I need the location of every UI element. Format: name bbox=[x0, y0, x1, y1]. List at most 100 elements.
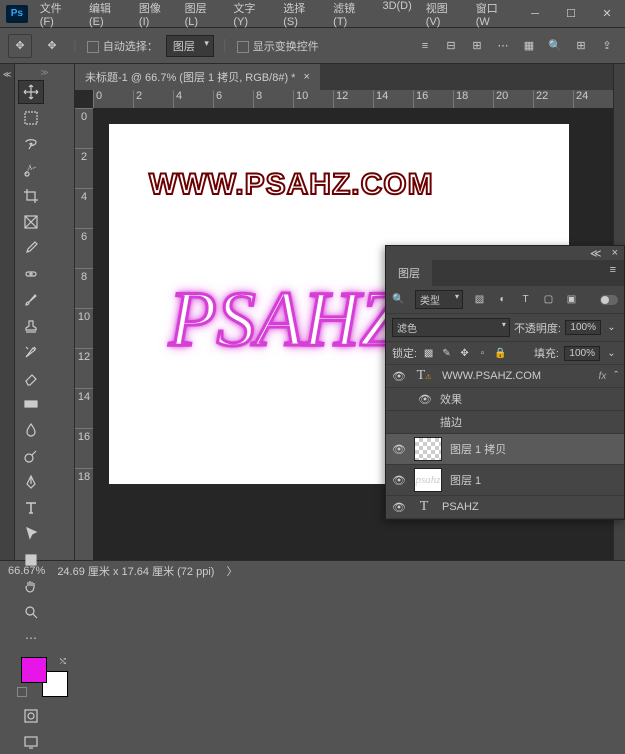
type-tool[interactable] bbox=[18, 496, 44, 520]
eyedropper-tool[interactable] bbox=[18, 236, 44, 260]
visibility-icon[interactable]: 👁 bbox=[392, 370, 406, 383]
menu-3d[interactable]: 3D(D) bbox=[376, 0, 417, 32]
layer-row[interactable]: 👁 psahz 图层 1 bbox=[386, 465, 624, 496]
close-icon[interactable]: ✕ bbox=[589, 0, 625, 28]
quickmask-tool[interactable] bbox=[18, 704, 44, 728]
move-tool[interactable] bbox=[18, 80, 44, 104]
blur-tool[interactable] bbox=[18, 418, 44, 442]
chevron-up-icon[interactable]: ˆ bbox=[614, 370, 618, 382]
search-icon[interactable]: 🔍 bbox=[392, 293, 405, 306]
lock-pixels-icon[interactable]: ▩ bbox=[422, 347, 435, 360]
tool-preset-icon[interactable]: ✥ bbox=[8, 34, 32, 58]
dodge-tool[interactable] bbox=[18, 444, 44, 468]
foreground-color[interactable] bbox=[21, 657, 47, 683]
layer-row[interactable]: 👁 T⚠ WWW.PSAHZ.COM fx ˆ bbox=[386, 365, 624, 388]
align-icon[interactable]: ⊞ bbox=[467, 36, 487, 56]
text-layer-outline: WWW.PSAHZ.COM bbox=[149, 168, 434, 202]
align-icon[interactable]: ≡ bbox=[415, 36, 435, 56]
visibility-icon[interactable]: 👁 bbox=[392, 501, 406, 514]
stamp-tool[interactable] bbox=[18, 314, 44, 338]
layer-effect-stroke[interactable]: 描边 bbox=[386, 411, 624, 434]
chevron-down-icon[interactable]: ⌄ bbox=[605, 347, 618, 360]
main-menu: 文件(F) 编辑(E) 图像(I) 图层(L) 文字(Y) 选择(S) 滤镜(T… bbox=[34, 0, 517, 32]
visibility-icon[interactable]: 👁 bbox=[418, 393, 432, 406]
filter-pixel-icon[interactable]: ▧ bbox=[473, 293, 486, 306]
collapsed-panel-strip[interactable]: ≪ bbox=[0, 64, 15, 560]
lock-artboard-icon[interactable]: ▫ bbox=[476, 347, 489, 360]
healing-tool[interactable] bbox=[18, 262, 44, 286]
chevron-down-icon[interactable]: ⌄ bbox=[605, 321, 618, 334]
filter-kind-select[interactable]: 类型 bbox=[415, 290, 463, 309]
brush-tool[interactable] bbox=[18, 288, 44, 312]
filter-smart-icon[interactable]: ▣ bbox=[565, 293, 578, 306]
visibility-icon[interactable]: 👁 bbox=[392, 443, 406, 456]
more-icon[interactable]: ⋯ bbox=[493, 36, 513, 56]
filter-adjust-icon[interactable]: ◐ bbox=[496, 293, 509, 306]
document-tab[interactable]: 未标题-1 @ 66.7% (图层 1 拷贝, RGB/8#) *× bbox=[75, 64, 320, 90]
close-tab-icon[interactable]: × bbox=[303, 71, 309, 83]
quick-select-tool[interactable] bbox=[18, 158, 44, 182]
close-panel-icon[interactable]: × bbox=[612, 247, 618, 259]
lock-all-icon[interactable]: 🔒 bbox=[494, 347, 507, 360]
layers-tab[interactable]: 图层 bbox=[386, 260, 432, 286]
minimize-icon[interactable]: ─ bbox=[517, 0, 553, 28]
layer-effects-row[interactable]: 👁 效果 bbox=[386, 388, 624, 411]
fx-badge[interactable]: fx bbox=[599, 371, 607, 382]
move-icon[interactable]: ✥ bbox=[40, 34, 64, 58]
layer-thumb bbox=[414, 437, 442, 461]
panel-menu-icon[interactable]: ≡ bbox=[602, 260, 624, 286]
menu-view[interactable]: 视图(V) bbox=[420, 0, 468, 32]
menu-type[interactable]: 文字(Y) bbox=[227, 0, 275, 32]
opacity-input[interactable]: 100% bbox=[565, 320, 601, 335]
auto-select-target[interactable]: 图层 bbox=[166, 35, 214, 57]
3d-mode-icon[interactable]: ▦ bbox=[519, 36, 539, 56]
color-swatches[interactable]: ⤭ bbox=[17, 657, 72, 697]
menu-select[interactable]: 选择(S) bbox=[277, 0, 325, 32]
status-chevron-icon[interactable]: 〉 bbox=[226, 563, 237, 579]
layers-panel: ≪× 图层 ≡ 🔍 类型 ▧ ◐ T ▢ ▣ 滤色 不透明度: 100% ⌄ 锁… bbox=[385, 245, 625, 520]
edit-toolbar[interactable]: ⋯ bbox=[18, 626, 44, 650]
path-select-tool[interactable] bbox=[18, 522, 44, 546]
shape-tool[interactable] bbox=[18, 548, 44, 572]
lasso-tool[interactable] bbox=[18, 132, 44, 156]
filter-toggle[interactable] bbox=[600, 295, 618, 305]
collapse-icon[interactable]: ≪ bbox=[590, 247, 602, 260]
pen-tool[interactable] bbox=[18, 470, 44, 494]
maximize-icon[interactable]: ☐ bbox=[553, 0, 589, 28]
title-bar: Ps 文件(F) 编辑(E) 图像(I) 图层(L) 文字(Y) 选择(S) 滤… bbox=[0, 0, 625, 28]
filter-type-icon[interactable]: T bbox=[519, 293, 532, 306]
visibility-icon[interactable]: 👁 bbox=[392, 474, 406, 487]
filter-shape-icon[interactable]: ▢ bbox=[542, 293, 555, 306]
search-icon[interactable]: 🔍 bbox=[545, 36, 565, 56]
screenmode-tool[interactable] bbox=[18, 730, 44, 754]
menu-layer[interactable]: 图层(L) bbox=[179, 0, 226, 32]
workspace-icon[interactable]: ⊞ bbox=[571, 36, 591, 56]
menu-edit[interactable]: 编辑(E) bbox=[83, 0, 131, 32]
layer-row[interactable]: 👁 图层 1 拷贝 bbox=[386, 434, 624, 465]
eraser-tool[interactable] bbox=[18, 366, 44, 390]
swap-colors-icon[interactable]: ⤭ bbox=[60, 657, 66, 667]
blend-mode-select[interactable]: 滤色 bbox=[392, 318, 510, 337]
lock-position-icon[interactable]: ✥ bbox=[458, 347, 471, 360]
lock-brush-icon[interactable]: ✎ bbox=[440, 347, 453, 360]
align-icon[interactable]: ⊟ bbox=[441, 36, 461, 56]
ruler-horizontal: 024681012141618202224 bbox=[93, 90, 613, 108]
auto-select-checkbox[interactable]: 自动选择： bbox=[87, 38, 158, 54]
marquee-tool[interactable] bbox=[18, 106, 44, 130]
zoom-tool[interactable] bbox=[18, 600, 44, 624]
menu-filter[interactable]: 滤镜(T) bbox=[327, 0, 374, 32]
gradient-tool[interactable] bbox=[18, 392, 44, 416]
menu-image[interactable]: 图像(I) bbox=[133, 0, 177, 32]
layer-row[interactable]: 👁 T PSAHZ bbox=[386, 496, 624, 519]
show-transform-checkbox[interactable]: 显示变换控件 bbox=[237, 38, 319, 54]
frame-tool[interactable] bbox=[18, 210, 44, 234]
crop-tool[interactable] bbox=[18, 184, 44, 208]
default-colors-icon[interactable] bbox=[17, 687, 27, 697]
fill-input[interactable]: 100% bbox=[564, 346, 600, 361]
hand-tool[interactable] bbox=[18, 574, 44, 598]
menu-window[interactable]: 窗口(W bbox=[470, 0, 517, 32]
history-brush-tool[interactable] bbox=[18, 340, 44, 364]
share-icon[interactable]: ⇪ bbox=[597, 36, 617, 56]
app-logo: Ps bbox=[6, 5, 28, 23]
menu-file[interactable]: 文件(F) bbox=[34, 0, 81, 32]
